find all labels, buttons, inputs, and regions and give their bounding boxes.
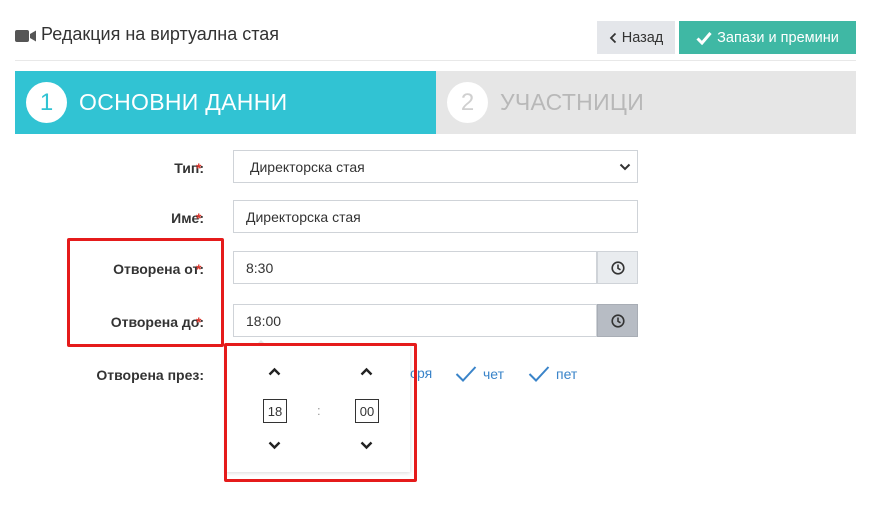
open-through-label: Отворена през: [96, 367, 204, 383]
step-number: 2 [447, 82, 488, 123]
name-input-value: Директорска стая [246, 208, 361, 225]
page-title: Редакция на виртуална стая [41, 24, 280, 44]
save-and-continue-button[interactable]: Запази и премини [679, 21, 856, 54]
check-icon [528, 366, 550, 382]
type-select[interactable]: Директорска стая [233, 150, 638, 183]
open-from-input[interactable]: 8:30 [233, 251, 597, 284]
highlight-box-labels [67, 238, 224, 347]
check-icon [696, 31, 712, 45]
day-label: пет [556, 366, 578, 382]
day-thursday[interactable]: чет [455, 365, 504, 383]
open-to-input[interactable]: 18:00 [233, 304, 597, 337]
video-camera-icon [15, 30, 36, 42]
chevron-left-icon [609, 32, 616, 43]
step-participants[interactable]: 2 УЧАСТНИЦИ [436, 71, 856, 134]
required-mark: * [196, 210, 202, 226]
open-to-value: 18:00 [246, 312, 282, 329]
required-mark: * [196, 160, 202, 176]
type-select-value: Директорска стая [250, 158, 365, 175]
day-label: чет [483, 366, 505, 382]
step-label: ОСНОВНИ ДАННИ [79, 89, 288, 115]
highlight-box-picker [224, 343, 417, 482]
clock-icon [610, 313, 625, 328]
save-button-label: Запази и премини [717, 29, 839, 46]
name-input[interactable]: Директорска стая [233, 200, 638, 233]
check-icon [455, 366, 477, 382]
open-from-clock-button[interactable] [597, 251, 638, 284]
clock-icon [610, 260, 625, 275]
step-basic-data[interactable]: 1 ОСНОВНИ ДАННИ [15, 71, 436, 134]
chevron-down-icon [619, 163, 631, 171]
back-button[interactable]: Назад [597, 21, 675, 54]
day-friday[interactable]: пет [528, 365, 577, 383]
step-number: 1 [26, 82, 67, 123]
back-button-label: Назад [621, 29, 664, 46]
step-label: УЧАСТНИЦИ [500, 89, 645, 115]
header-divider [15, 60, 856, 61]
open-to-clock-button[interactable] [597, 304, 638, 337]
open-from-value: 8:30 [246, 259, 274, 276]
